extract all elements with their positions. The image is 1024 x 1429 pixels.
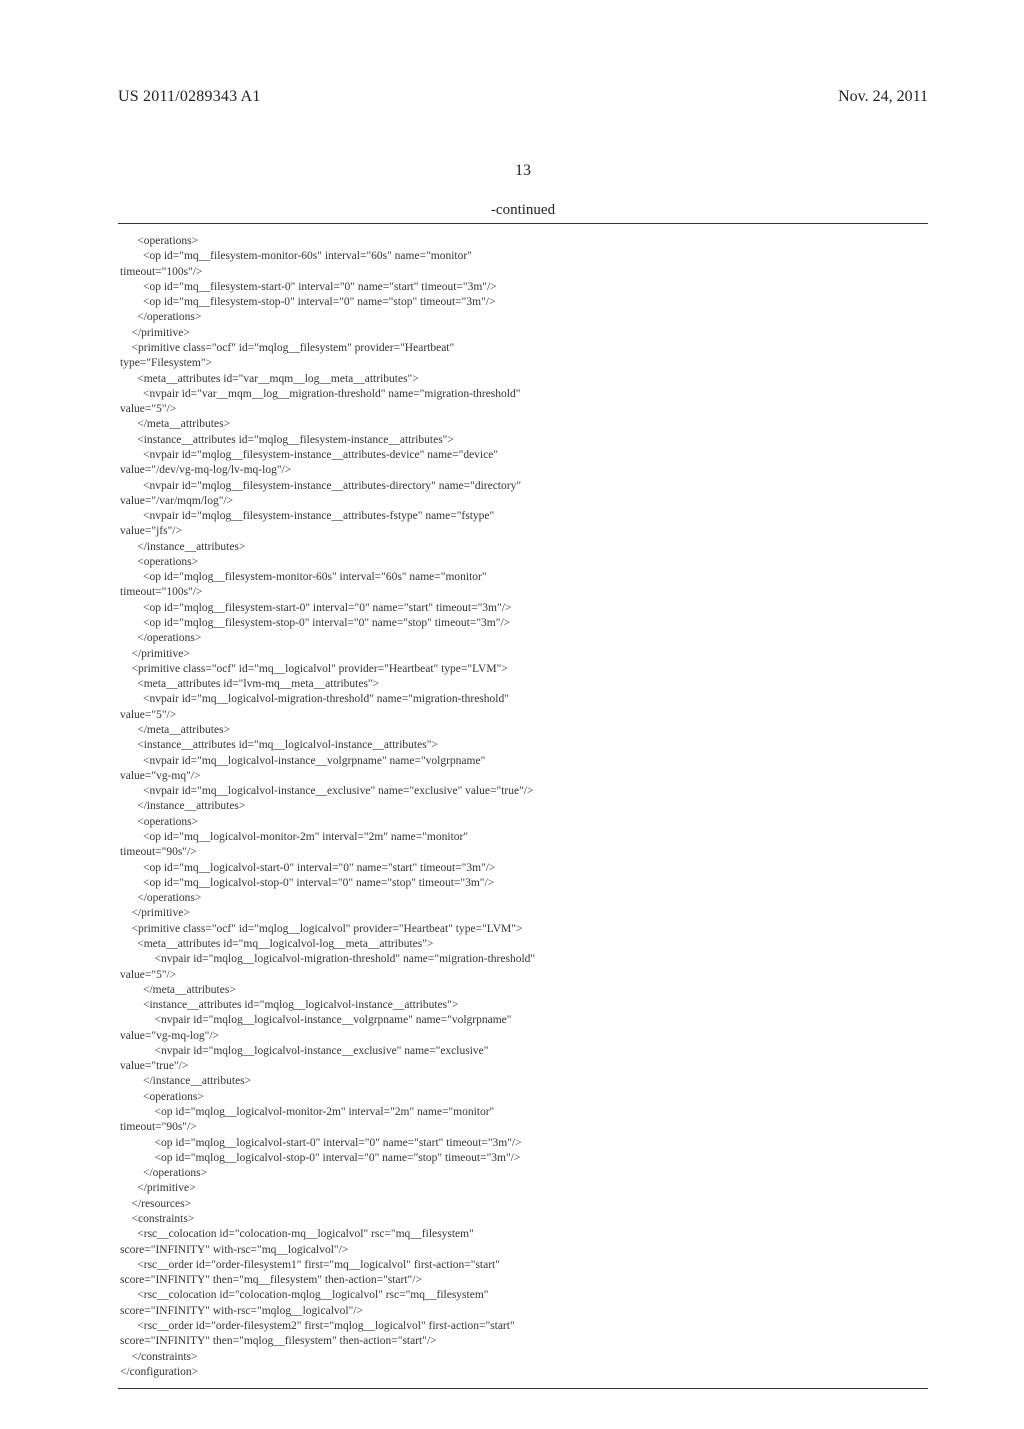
continued-label: -continued — [118, 202, 928, 219]
code-block-rule-bottom — [118, 1388, 928, 1389]
code-listing: <operations> <op id="mq__filesystem-moni… — [118, 232, 928, 1382]
code-block-rule-top — [118, 223, 928, 224]
page-number: 13 — [118, 162, 928, 180]
page-header: US 2011/0289343 A1 Nov. 24, 2011 — [118, 88, 928, 106]
publication-date: Nov. 24, 2011 — [838, 88, 928, 106]
publication-number: US 2011/0289343 A1 — [118, 88, 261, 106]
patent-page: US 2011/0289343 A1 Nov. 24, 2011 13 -con… — [0, 0, 1024, 1429]
